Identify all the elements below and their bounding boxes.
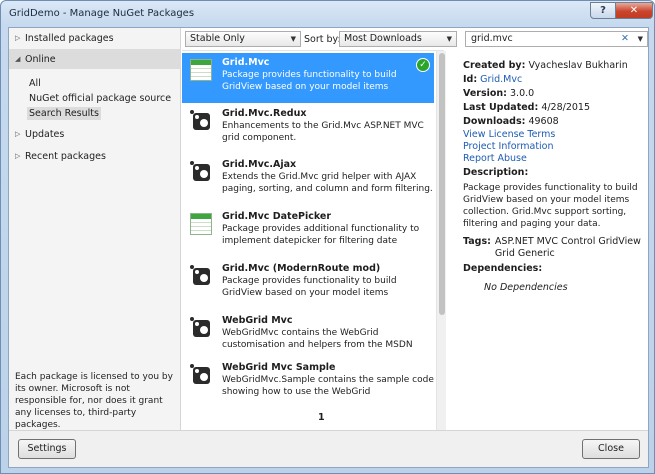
- package-description: Extends the Grid.Mvc grid helper with AJ…: [222, 172, 433, 194]
- release-filter-dropdown[interactable]: Stable Only ▼: [185, 31, 301, 47]
- package-item-grid-mvc-datepicker[interactable]: Grid.Mvc DatePicker Package provides add…: [182, 207, 434, 257]
- package-title: Grid.Mvc.Redux: [222, 108, 307, 119]
- search-value: grid.mvc: [471, 33, 513, 44]
- package-description: Package provides functionality to build …: [222, 70, 397, 92]
- license-notice: Each package is licensed to you by its o…: [15, 372, 173, 430]
- nav-recent-packages[interactable]: ▷ Recent packages: [9, 146, 181, 166]
- package-list-scrollbar[interactable]: [436, 51, 446, 431]
- release-filter-value: Stable Only: [190, 33, 245, 44]
- left-nav-pane: ▷ Installed packages ◢ Online All NuGet …: [9, 28, 181, 430]
- detail-last-updated: Last Updated: 4/28/2015: [463, 102, 647, 114]
- grid-icon: [190, 213, 212, 235]
- dependencies-label: Dependencies:: [463, 263, 543, 274]
- nuget-icon: [190, 110, 212, 132]
- nav-label: Online: [25, 53, 56, 65]
- nav-online-all[interactable]: All: [29, 78, 41, 89]
- package-item-webgrid-mvc[interactable]: WebGrid Mvc WebGridMvc contains the WebG…: [182, 311, 434, 361]
- package-description: Package provides additional functionalit…: [222, 224, 420, 246]
- nuget-icon: [190, 364, 212, 386]
- package-item-webgrid-mvc-sample[interactable]: WebGrid Mvc Sample WebGridMvc.Sample con…: [182, 358, 434, 408]
- detail-downloads: Downloads: 49608: [463, 116, 647, 128]
- last-updated-label: Last Updated:: [463, 102, 539, 113]
- package-title: WebGrid Mvc: [222, 315, 293, 326]
- package-description: Enhancements to the Grid.Mvc ASP.NET MVC…: [222, 121, 424, 143]
- downloads-label: Downloads:: [463, 116, 526, 127]
- chevron-down-icon: ▼: [446, 35, 452, 43]
- bottom-bar: Settings Close: [9, 430, 648, 467]
- collapse-arrow-icon[interactable]: ◢: [15, 55, 25, 63]
- package-description: WebGridMvc.Sample contains the sample co…: [222, 375, 434, 397]
- chevron-down-icon: ▼: [290, 35, 296, 43]
- downloads-value: 49608: [528, 116, 559, 127]
- package-title: Grid.Mvc: [222, 57, 270, 68]
- package-item-grid-mvc-modernroute[interactable]: Grid.Mvc (ModernRoute mod) Package provi…: [182, 259, 434, 309]
- package-item-grid-mvc[interactable]: Grid.Mvc Package provides functionality …: [182, 53, 434, 103]
- close-button[interactable]: Close: [582, 439, 640, 459]
- package-title: Grid.Mvc (ModernRoute mod): [222, 263, 381, 274]
- detail-version: Version: 3.0.0: [463, 88, 647, 100]
- nuget-icon: [190, 317, 212, 339]
- report-abuse-link[interactable]: Report Abuse: [463, 153, 647, 165]
- tags-value: ASP.NET MVC Control GridView Grid Generi…: [494, 236, 641, 259]
- sort-by-value: Most Downloads: [344, 33, 422, 44]
- package-description: Package provides functionality to build …: [222, 276, 397, 298]
- nav-label: Updates: [25, 128, 65, 140]
- window-close-button[interactable]: ✕: [615, 2, 653, 19]
- nuget-icon: [190, 161, 212, 183]
- package-title: Grid.Mvc DatePicker: [222, 211, 332, 222]
- nav-online-nuget-source[interactable]: NuGet official package source: [29, 93, 171, 104]
- package-title: Grid.Mvc.Ajax: [222, 159, 297, 170]
- package-title: WebGrid Mvc Sample: [222, 362, 336, 373]
- title-bar[interactable]: GridDemo - Manage NuGet Packages ? ✕: [1, 1, 654, 27]
- expand-arrow-icon[interactable]: ▷: [15, 152, 25, 160]
- description-text: Package provides functionality to build …: [463, 183, 638, 229]
- search-input[interactable]: grid.mvc ✕ ▼: [465, 31, 648, 47]
- nav-installed-packages[interactable]: ▷ Installed packages: [9, 28, 181, 48]
- version-label: Version:: [463, 88, 507, 99]
- id-link[interactable]: Grid.Mvc: [480, 74, 522, 85]
- nav-updates[interactable]: ▷ Updates: [9, 124, 181, 144]
- dialog-client-area: ▷ Installed packages ◢ Online All NuGet …: [8, 27, 649, 468]
- created-by-value: Vyacheslav Bukharin: [528, 60, 628, 71]
- nuget-icon: [190, 265, 212, 287]
- nuget-dialog-window: GridDemo - Manage NuGet Packages ? ✕ ▷ I…: [0, 0, 655, 474]
- nav-online[interactable]: ◢ Online: [9, 49, 181, 69]
- description-label: Description:: [463, 167, 529, 178]
- package-list: Grid.Mvc Package provides functionality …: [182, 50, 446, 431]
- dependencies-value: No Dependencies: [484, 282, 568, 293]
- last-updated-value: 4/28/2015: [541, 102, 591, 113]
- package-description: WebGridMvc contains the WebGrid customis…: [222, 328, 413, 350]
- settings-button[interactable]: Settings: [18, 439, 76, 459]
- window-title: GridDemo - Manage NuGet Packages: [9, 8, 195, 19]
- page-number[interactable]: 1: [318, 412, 325, 423]
- id-label: Id:: [463, 74, 478, 85]
- detail-tags: Tags: ASP.NET MVC Control GridView Grid …: [463, 236, 647, 260]
- expand-arrow-icon[interactable]: ▷: [15, 130, 25, 138]
- help-button[interactable]: ?: [590, 2, 616, 19]
- created-by-label: Created by:: [463, 60, 526, 71]
- expand-arrow-icon[interactable]: ▷: [15, 34, 25, 42]
- chevron-down-icon[interactable]: ▼: [638, 32, 643, 46]
- scroll-thumb[interactable]: [439, 53, 445, 315]
- grid-icon: [190, 59, 212, 81]
- version-value: 3.0.0: [510, 88, 535, 99]
- sort-by-label: Sort by:: [304, 34, 341, 45]
- installed-check-icon: ✓: [416, 58, 430, 72]
- nav-online-search-results[interactable]: Search Results: [27, 107, 101, 120]
- view-license-terms-link[interactable]: View License Terms: [463, 129, 647, 141]
- package-details-pane: Created by: Vyacheslav Bukharin Id: Grid…: [457, 54, 647, 424]
- package-item-grid-mvc-redux[interactable]: Grid.Mvc.Redux Enhancements to the Grid.…: [182, 104, 434, 154]
- nav-label: Installed packages: [25, 32, 114, 44]
- sort-by-dropdown[interactable]: Most Downloads ▼: [339, 31, 457, 47]
- package-item-grid-mvc-ajax[interactable]: Grid.Mvc.Ajax Extends the Grid.Mvc grid …: [182, 155, 434, 205]
- nav-label: Recent packages: [25, 150, 106, 162]
- tags-label: Tags:: [463, 236, 491, 247]
- detail-id: Id: Grid.Mvc: [463, 74, 647, 86]
- detail-created-by: Created by: Vyacheslav Bukharin: [463, 60, 647, 72]
- clear-search-icon[interactable]: ✕: [621, 32, 629, 46]
- project-information-link[interactable]: Project Information: [463, 141, 647, 153]
